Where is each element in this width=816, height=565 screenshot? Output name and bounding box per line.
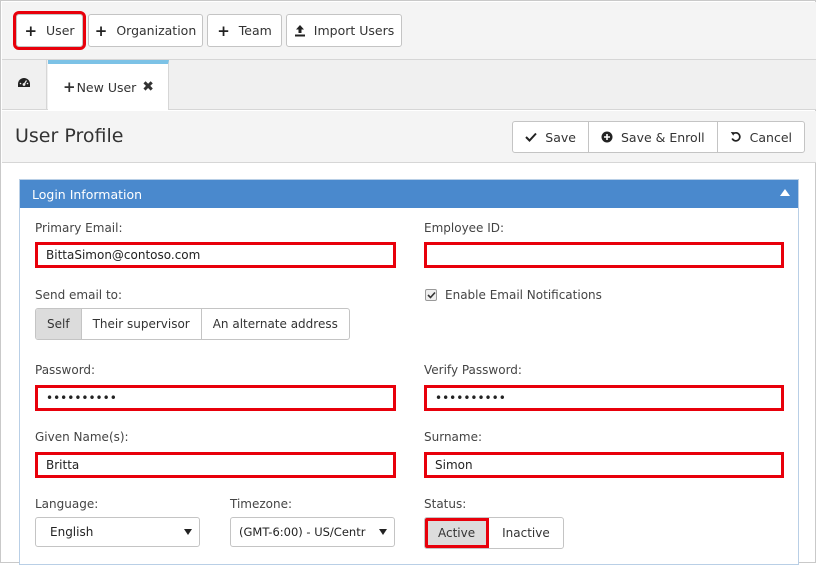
verify-password-field[interactable]: •••••••••• <box>424 385 784 411</box>
cancel-label: Cancel <box>749 129 792 145</box>
employee-id-label: Employee ID: <box>424 221 505 235</box>
status-inactive[interactable]: Inactive <box>489 518 563 548</box>
add-user-label: User <box>46 23 75 38</box>
upload-icon <box>294 24 306 37</box>
language-select[interactable]: English <box>35 517 200 547</box>
add-organization-label: Organization <box>116 23 197 38</box>
save-button[interactable]: Save <box>513 122 589 152</box>
top-toolbar: + User + Organization + Team Import User… <box>2 2 816 60</box>
login-information-panel: Login Information Primary Email: BittaSi… <box>19 179 799 565</box>
verify-password-label: Verify Password: <box>424 363 522 377</box>
plus-icon: + <box>94 21 108 40</box>
save-enroll-button[interactable]: Save & Enroll <box>589 122 718 152</box>
language-value: English <box>50 525 94 539</box>
send-option-supervisor[interactable]: Their supervisor <box>82 309 202 339</box>
send-option-alternate[interactable]: An alternate address <box>202 309 349 339</box>
password-label: Password: <box>35 363 96 377</box>
dashboard-icon <box>17 77 31 92</box>
page-header: User Profile Save Save & Enroll Cancel <box>2 111 816 163</box>
section-title: Login Information <box>32 186 143 202</box>
primary-email-field[interactable]: BittaSimon@contoso.com <box>35 242 396 268</box>
tab-bar: + New User ✖ <box>2 60 816 110</box>
add-team-label: Team <box>238 23 272 38</box>
timezone-select[interactable]: (GMT-6:00) - US/Centr <box>230 517 395 547</box>
import-users-button[interactable]: Import Users <box>286 14 402 47</box>
timezone-value: (GMT-6:00) - US/Centr <box>239 525 366 539</box>
email-notifications-checkbox[interactable] <box>425 289 437 301</box>
dropdown-arrow-icon <box>184 529 192 535</box>
checkmark-icon <box>426 291 436 299</box>
employee-id-field[interactable] <box>424 242 784 268</box>
plus-icon: + <box>63 78 76 96</box>
save-enroll-label: Save & Enroll <box>620 129 705 145</box>
plus-circle-icon <box>601 131 613 143</box>
dropdown-arrow-icon <box>379 529 387 535</box>
undo-icon <box>730 131 742 143</box>
send-email-label: Send email to: <box>35 288 123 302</box>
plus-icon: + <box>217 21 230 40</box>
send-email-options: Self Their supervisor An alternate addre… <box>35 308 350 340</box>
surname-field[interactable]: Simon <box>424 452 784 478</box>
tab-new-user-label: New User <box>76 79 137 95</box>
header-actions: Save Save & Enroll Cancel <box>512 121 805 153</box>
cancel-button[interactable]: Cancel <box>718 122 804 152</box>
plus-icon: + <box>24 21 38 40</box>
add-team-button[interactable]: + Team <box>207 14 282 47</box>
timezone-label: Timezone: <box>230 497 293 511</box>
collapse-icon[interactable] <box>780 189 790 196</box>
given-name-label: Given Name(s): <box>35 430 129 444</box>
add-user-button[interactable]: + User <box>13 11 86 50</box>
status-label: Status: <box>424 497 467 511</box>
status-active[interactable]: Active <box>425 518 490 548</box>
tab-new-user[interactable]: + New User ✖ <box>48 60 169 110</box>
close-icon[interactable]: ✖ <box>142 79 154 95</box>
tab-dashboard[interactable] <box>2 60 47 109</box>
surname-label: Surname: <box>424 430 483 444</box>
page-title: User Profile <box>15 125 124 147</box>
language-label: Language: <box>35 497 99 511</box>
check-icon <box>525 132 538 142</box>
app-window: + User + Organization + Team Import User… <box>0 0 816 565</box>
panel-header[interactable]: Login Information <box>20 180 798 208</box>
send-option-self[interactable]: Self <box>36 309 82 339</box>
given-name-field[interactable]: Britta <box>35 452 396 478</box>
email-notifications-label: Enable Email Notifications <box>445 288 602 302</box>
import-users-label: Import Users <box>313 23 395 38</box>
primary-email-label: Primary Email: <box>35 221 123 235</box>
password-field[interactable]: •••••••••• <box>35 385 396 411</box>
status-options: Active Inactive <box>424 517 564 549</box>
save-label: Save <box>545 129 576 145</box>
add-organization-button[interactable]: + Organization <box>88 14 203 47</box>
